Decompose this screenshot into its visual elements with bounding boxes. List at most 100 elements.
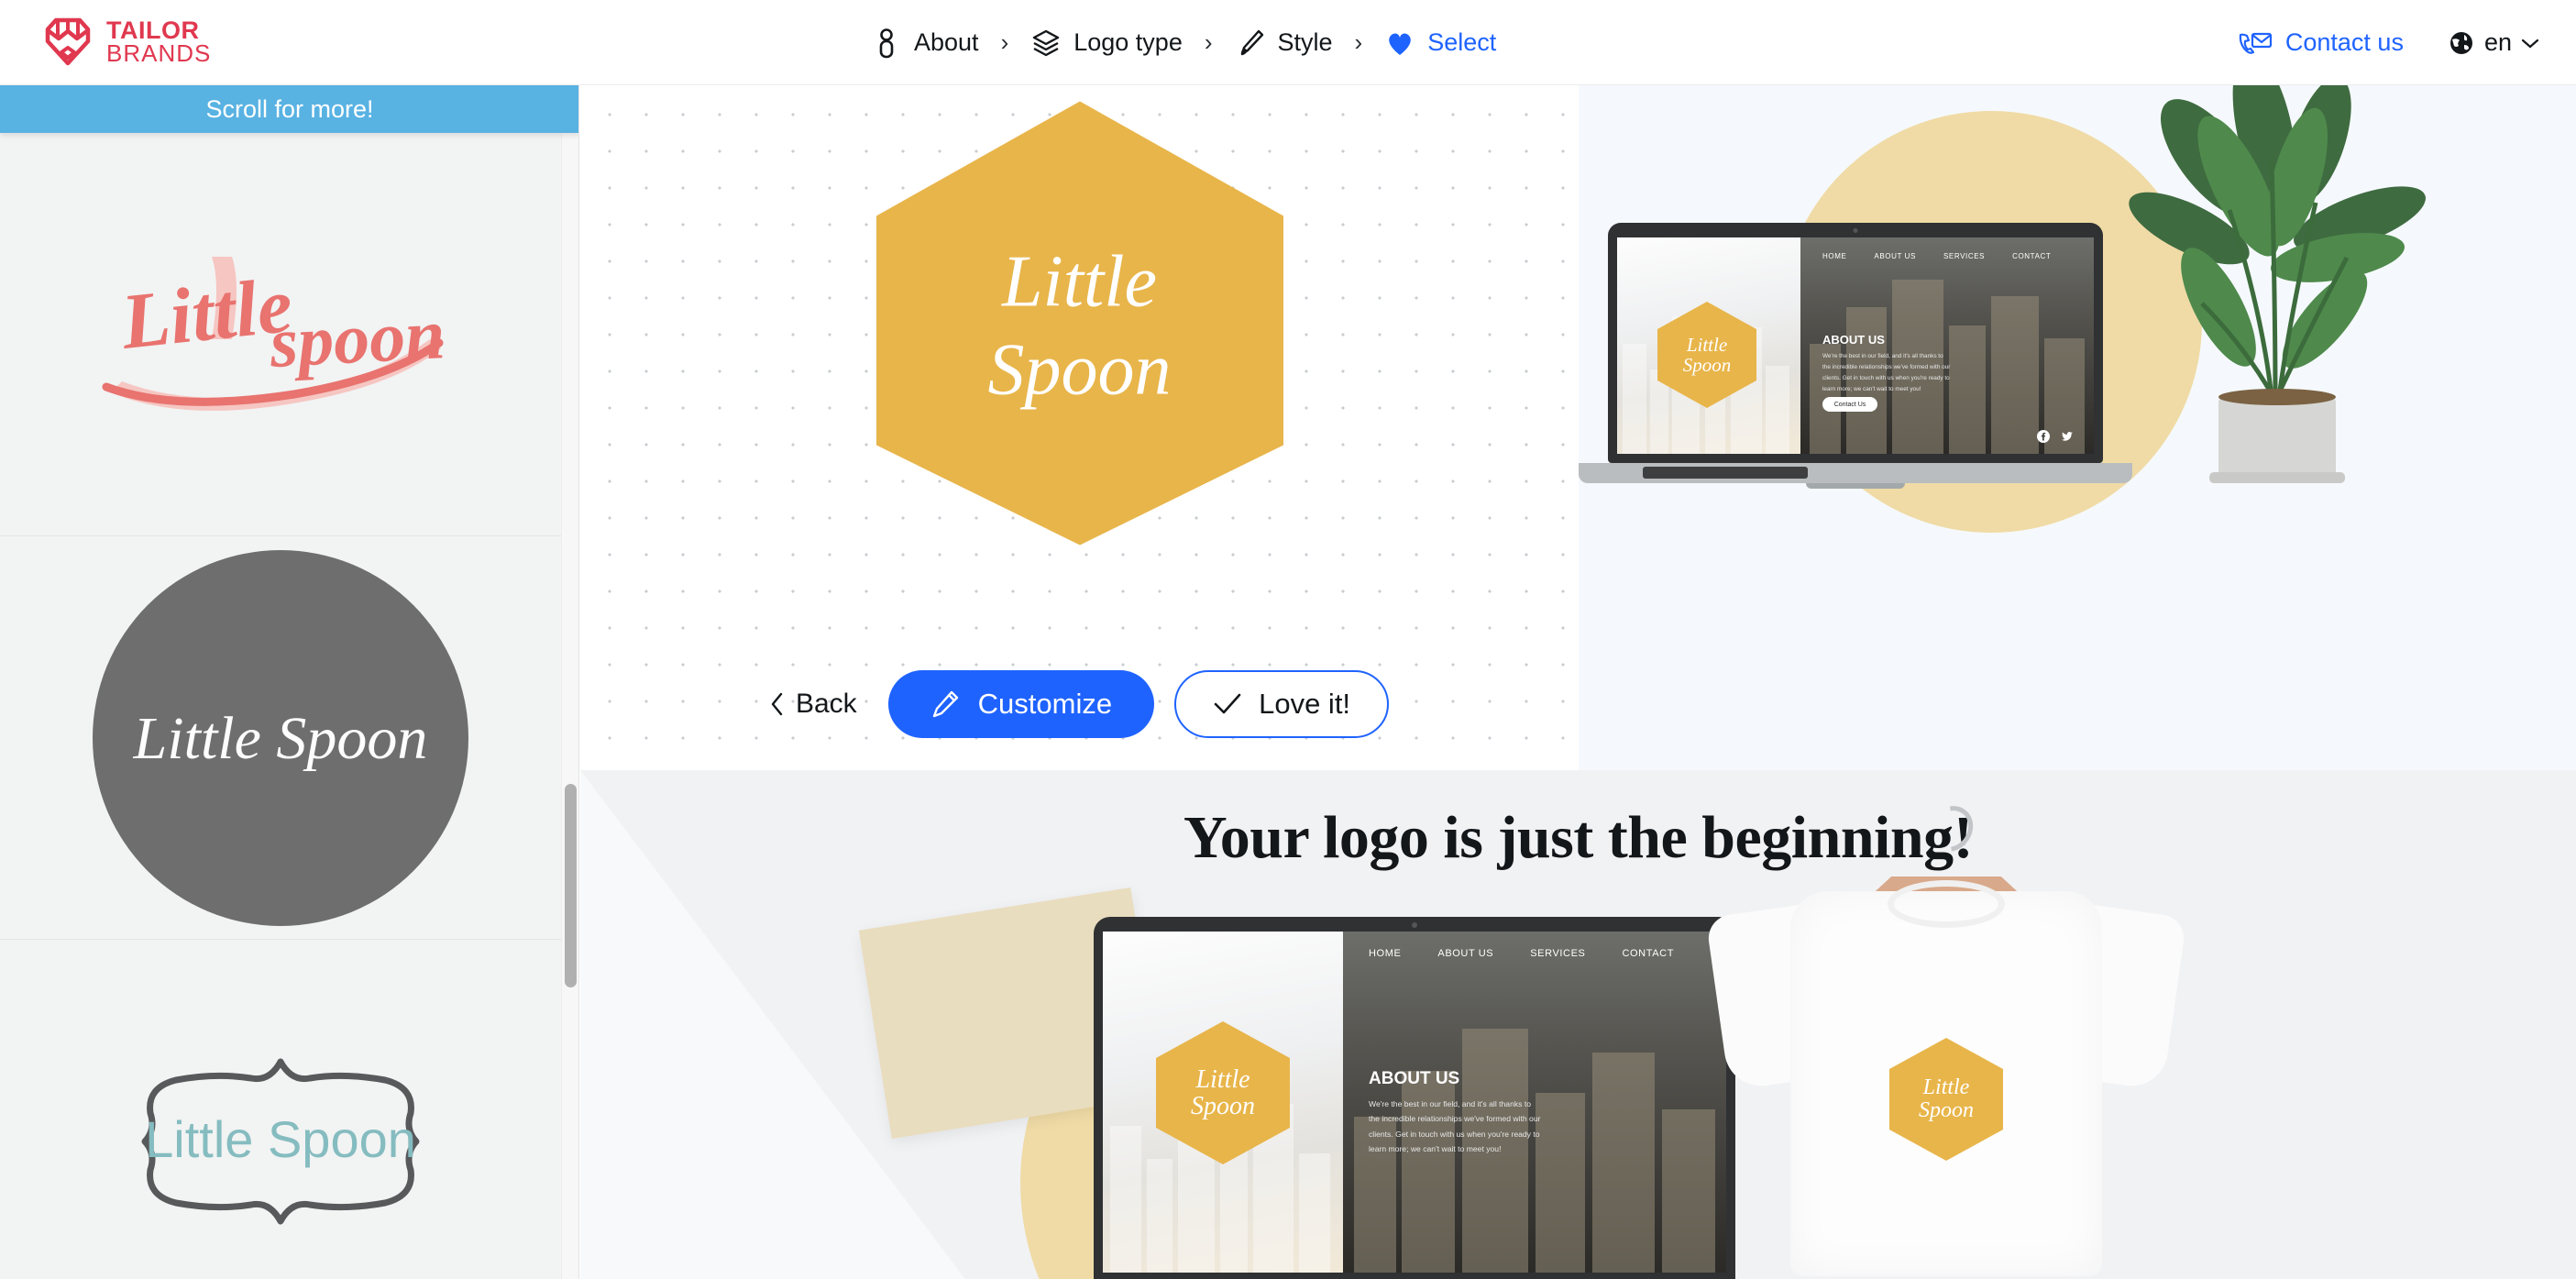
mockup-social-icons [2037,430,2074,443]
city-silhouette [1147,1159,1172,1273]
city-silhouette-dark [1536,1093,1585,1273]
back-button[interactable]: Back [770,689,857,720]
hexagon-shape-icon [1889,1038,2003,1161]
hexagon-shape-icon [1156,1021,1290,1164]
hexagon-shape-icon [875,101,1283,546]
potted-plant-decoration [2101,85,2468,489]
heart-icon [1389,33,1412,55]
contact-us-label: Contact us [2284,28,2404,56]
breadcrumb-separator-1: › [1000,28,1009,56]
city-silhouette-dark [1949,325,1986,454]
brand-wordmark: TAILOR BRANDS [106,17,212,68]
laptop-lid-large: Little Spoon HOME ABOUT US SERVICES CONT… [1094,917,1735,1279]
mockup-nav-home: HOME [1822,252,1847,260]
hanger-hook-icon [1919,797,1983,861]
main-logo-hexagon[interactable]: Little Spoon [869,94,1291,557]
heart-shield-logo-icon [45,17,91,66]
bottom-promo-section: Your logo is just the beginning! Little … [580,770,2576,1279]
laptop-camera-icon [1412,922,1417,928]
city-silhouette [1623,344,1646,454]
tshirt-hexagon-logo: Little Spoon [1888,1036,2005,1163]
tshirt-mockup: Little Spoon [1705,788,2187,1279]
logo-action-bar: Back Customize Love it! [580,670,1579,738]
mockup-nav-home: HOME [1369,948,1402,959]
back-button-label: Back [795,689,857,719]
chevron-left-icon [771,692,783,716]
globe-icon [2449,31,2472,54]
city-silhouette-dark [1592,1053,1655,1273]
variant-2-artwork: Little Spoon [93,549,468,926]
breadcrumb-separator-2: › [1204,28,1213,56]
person-icon [879,28,894,58]
mockup-nav-services: SERVICES [1943,252,1986,260]
twitter-icon[interactable] [2061,430,2074,443]
mockup-site-body: We're the best in our field, and it's al… [1822,353,1951,392]
logo-variant-list: Little spoon Little Spoon Little Spoon [0,133,561,1279]
city-silhouette [1766,366,1789,454]
chevron-down-icon [2521,39,2539,48]
laptop-mockup: Little Spoon HOME ABOUT US SERVICES CONT… [1579,223,2165,516]
city-silhouette [1299,1153,1330,1273]
city-silhouette [1110,1126,1141,1273]
mockup-preview-panel: Little Spoon HOME ABOUT US SERVICES CONT… [1579,85,2576,770]
language-selector[interactable]: en [2448,28,2539,57]
logo-variant-ornate-frame-teal[interactable]: Little Spoon [0,940,561,1279]
mockup-contact-us-button[interactable]: Contact Us [1822,397,1877,412]
mockup-site-hero-panel-large: Little Spoon [1103,932,1343,1273]
layers-icon [1033,29,1060,56]
customize-button[interactable]: Customize [887,670,1155,738]
laptop-keyboard [1643,467,1808,479]
laptop-camera-icon [1853,228,1858,233]
mockup-nav-contact: CONTACT [2012,252,2052,260]
laptop-screen-large: Little Spoon HOME ABOUT US SERVICES CONT… [1103,932,1726,1273]
breadcrumb-step-select[interactable]: Select [1384,28,1496,59]
breadcrumb-step-style[interactable]: Style [1235,28,1333,59]
mockup-site-hero-panel: Little Spoon [1617,237,1800,454]
mockup-nav-about: ABOUT US [1437,948,1494,959]
check-icon [1214,693,1241,714]
contact-us-button[interactable]: Contact us [2238,28,2404,57]
laptop-base-notch [1806,483,1905,489]
logo-variant-circle-gray[interactable]: Little Spoon [0,536,561,940]
bottom-section-title: Your logo is just the beginning! [1183,804,1974,871]
hexagon-shape-icon [1657,302,1756,408]
mockup-site-about-panel-large: HOME ABOUT US SERVICES CONTACT ABOUT US … [1343,932,1726,1273]
mockup-site-about-panel: HOME ABOUT US SERVICES CONTACT ABOUT US … [1800,237,2094,454]
mockup-site-heading-large: ABOUT US [1369,1069,1460,1088]
mockup-site-nav-large: HOME ABOUT US SERVICES CONTACT [1369,948,1674,959]
scroll-banner-label: Scroll for more! [205,94,374,123]
breadcrumb-label-select: Select [1427,28,1497,56]
pencil-icon [932,690,958,718]
breadcrumb-label-about: About [914,28,979,56]
logo-variant-script-brush-coral[interactable]: Little spoon [0,133,561,536]
plant-pot [2218,395,2336,480]
love-it-button[interactable]: Love it! [1174,670,1390,738]
scroll-for-more-banner: Scroll for more! [0,85,578,133]
love-it-button-label: Love it! [1259,688,1351,720]
mockup-nav-services: SERVICES [1530,948,1586,959]
mockup-nav-contact: CONTACT [1622,948,1675,959]
svg-text:spoon: spoon [267,293,446,382]
sidebar-scrollbar-thumb[interactable] [565,784,577,987]
top-header: TAILOR BRANDS About › Logo type › Style … [0,0,2576,85]
city-silhouette-dark [1991,296,2039,454]
brand-logo[interactable]: TAILOR BRANDS [42,16,211,69]
breadcrumb-step-about[interactable]: About [871,28,979,59]
laptop-mockup-large: Little Spoon HOME ABOUT US SERVICES CONT… [1057,917,1754,1279]
breadcrumb: About › Logo type › Style › Select [871,0,1496,85]
breadcrumb-label-logo-type: Logo type [1073,28,1183,56]
breadcrumb-step-logo-type[interactable]: Logo type [1030,28,1183,59]
hexagon-fill [875,101,1283,546]
paintbrush-icon [1240,29,1263,55]
sidebar-scrollbar-track[interactable] [561,133,578,1279]
logo-variants-sidebar[interactable]: Scroll for more! Little spoon Little Spo… [0,85,579,1279]
svg-text:Little Spoon: Little Spoon [145,1110,416,1168]
language-label: en [2483,28,2512,56]
mockup-hexagon-logo: Little Spoon [1656,300,1758,410]
mockup-hexagon-logo-large: Little Spoon [1154,1020,1292,1166]
facebook-icon[interactable] [2037,430,2050,443]
mockup-site-heading: ABOUT US [1822,333,1885,347]
header-right-group: Contact us en [2238,0,2539,85]
brand-line-2: BRANDS [106,39,212,68]
plant-saucer [2209,472,2345,483]
